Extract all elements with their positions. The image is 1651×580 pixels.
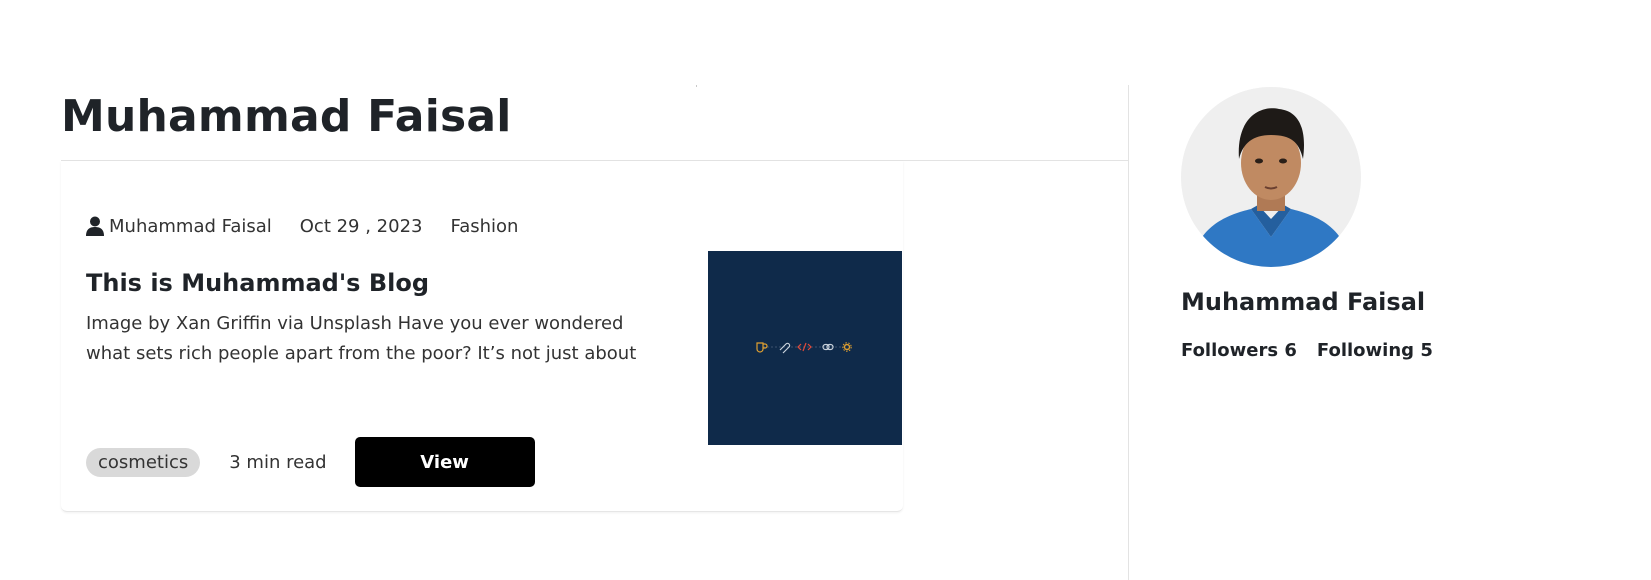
code-graphic-icon (756, 342, 852, 354)
post-author: Muhammad Faisal (109, 215, 272, 237)
followers-count: 6 (1284, 340, 1297, 361)
post-category[interactable]: Fashion (451, 216, 519, 237)
post-title[interactable]: This is Muhammad's Blog (86, 268, 429, 298)
followers-label: Followers (1181, 340, 1279, 361)
user-icon (86, 216, 104, 236)
followers-stat[interactable]: Followers 6 (1181, 340, 1297, 361)
tag-chip[interactable]: cosmetics (86, 447, 201, 477)
post-meta: Muhammad Faisal Oct 29 , 2023 Fashion (86, 214, 546, 238)
profile-photo (1181, 87, 1361, 267)
profile-name[interactable]: Muhammad Faisal (1181, 286, 1425, 318)
following-label: Following (1316, 340, 1415, 361)
read-time: 3 min read (229, 451, 327, 473)
sidebar-divider (1128, 85, 1129, 580)
post-thumbnail[interactable] (708, 251, 902, 445)
avatar (1181, 87, 1361, 267)
post-footer: cosmetics 3 min read View (86, 437, 535, 487)
post-date: Oct 29 , 2023 (299, 215, 423, 237)
divider-mark (696, 85, 697, 87)
page-title: Muhammad Faisal (61, 91, 512, 142)
post-card[interactable]: Muhammad Faisal Oct 29 , 2023 Fashion Th… (61, 161, 903, 512)
following-count: 5 (1420, 340, 1433, 361)
post-excerpt: Image by Xan Griffin via Unsplash Have y… (86, 313, 637, 364)
profile-stats: Followers 6 Following 5 (1181, 340, 1453, 361)
following-stat[interactable]: Following 5 (1317, 340, 1433, 361)
view-button[interactable]: View (354, 437, 535, 487)
